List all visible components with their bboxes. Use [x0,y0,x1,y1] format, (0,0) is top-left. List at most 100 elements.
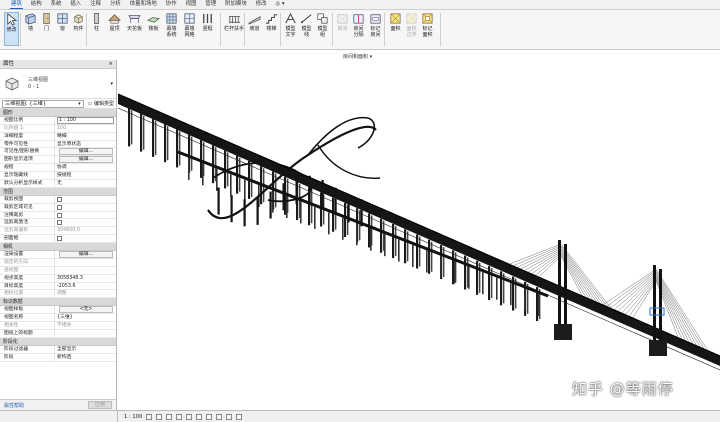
property-checkbox[interactable] [57,220,62,226]
property-edit-button[interactable]: <无> [59,306,113,313]
property-value[interactable]: 按规程 [55,172,116,179]
property-value[interactable]: 无 [55,180,116,187]
pier [188,157,190,180]
ribbon-tab[interactable]: 管理 [204,0,217,9]
render-icon[interactable] [186,413,193,420]
model-line-button[interactable]: 模型 线 [300,12,313,46]
property-value[interactable] [55,330,116,337]
window-button[interactable]: 窗 [56,12,69,46]
property-value[interactable]: {三维} [55,314,116,321]
ribbon-tab[interactable]: 插入 [69,0,82,9]
ribbon-tab[interactable]: 注释 [89,0,102,9]
property-checkbox[interactable] [57,196,62,202]
tag-area-button[interactable]: 标记 面积 [421,12,434,46]
3d-view-canvas[interactable] [118,60,720,410]
visual-style-icon[interactable] [156,413,163,420]
ribbon-tab[interactable]: 结构 [30,0,43,9]
property-edit-button[interactable]: 编辑... [59,251,113,258]
room-separator-button[interactable]: 房间 分隔 [352,12,365,46]
property-value[interactable]: 精细 [55,133,116,140]
property-checkbox[interactable] [57,212,62,218]
component-button[interactable]: 构件 [72,12,85,46]
sun-path-icon[interactable] [166,413,173,420]
instance-selector[interactable]: 三维视图: {三维} [2,99,84,108]
ribbon-tab[interactable]: 系统 [50,0,63,9]
hide-isolate-icon[interactable] [226,413,233,420]
reveal-hidden-icon[interactable] [236,413,243,420]
property-row: 比例值 1: 100 [0,124,116,133]
ribbon-tab[interactable]: 分析 [109,0,122,9]
ribbon-separator [86,13,87,46]
lock-view-icon[interactable] [216,413,223,420]
properties-help-link[interactable]: 属性帮助 [4,402,24,409]
ribbon-tab[interactable]: 附加模块 [224,0,248,9]
edit-type-button[interactable]: ▭ 编辑类型 [88,100,114,107]
property-name: 阶段过滤器 [0,345,55,353]
ramp-button[interactable]: 坡道 [248,12,261,46]
property-group-header[interactable]: 阶段化 [0,337,116,346]
property-checkbox[interactable] [57,204,62,210]
model-text-button[interactable]: 模型 文字 [284,12,297,46]
ribbon-button-label: 模型 线 [301,26,312,38]
model-group-button[interactable]: 模型 组 [316,12,329,46]
ribbon-tab[interactable]: 建筑 [10,0,23,9]
property-row: 裁剪区域可见 [0,203,116,212]
type-selector[interactable]: 三维视图 0 - 1 ▾ [0,69,116,99]
property-value[interactable]: 显示原状态 [55,141,116,148]
bridge-model[interactable] [118,60,720,410]
property-value[interactable]: 3058348.3 [55,275,116,282]
property-checkbox[interactable] [57,236,62,242]
shadows-icon[interactable] [176,413,183,420]
ribbon-tab[interactable]: 修改 [255,0,268,9]
close-icon[interactable]: × [108,60,113,69]
mullion-button[interactable]: 竖梃 [201,12,214,46]
property-row: 锁定的方向 [0,258,116,267]
ceiling-button[interactable]: 天花板 [127,12,142,46]
property-value[interactable]: -2053.6 [55,283,116,290]
area-boundary-button[interactable]: 面积 边界 [405,12,418,46]
properties-header: 属性 × [0,60,116,69]
floor-icon [147,17,160,23]
curtain-grid-button[interactable]: 幕墙 网格 [183,12,196,46]
tag-room-button[interactable]: 标记 房间 [369,12,382,46]
pier [300,201,302,224]
ribbon-tab-bar: 建筑 结构 系统 插入 注释 分析 体量和场地 协作 视图 管理 附加模块 修改 ◎ ▾ [0,0,720,10]
pier-shadow [167,126,169,161]
column-button[interactable]: 柱 [90,12,103,46]
cable [625,279,657,321]
property-group-header[interactable]: 范围 [0,187,116,196]
door-button[interactable]: 门 [40,12,53,46]
floor-button[interactable]: 楼板 [147,12,160,46]
detail-level-icon[interactable] [146,413,153,420]
property-input[interactable]: 1 : 100 [57,116,114,124]
ribbon-tab[interactable]: 视图 [185,0,198,9]
apply-button[interactable]: 应用 [87,401,112,409]
type-dropdown-icon[interactable]: ▾ [110,81,113,87]
property-group-header[interactable]: 标识数据 [0,298,116,307]
ribbon-tab[interactable]: ◎ ▾ [275,0,286,9]
ribbon-tab[interactable]: 协作 [165,0,178,9]
property-value[interactable]: 协调 [55,164,116,171]
property-edit-button[interactable]: 编辑... [59,148,113,155]
property-row: 视图样板 <无> [0,306,116,315]
wall-button[interactable]: 墙 [24,12,37,46]
curtain-system-button[interactable]: 幕墙 系统 [165,12,178,46]
property-value[interactable]: 全部显示 [55,346,116,353]
property-group-header[interactable]: 相机 [0,243,116,252]
crop-view-icon[interactable] [196,413,203,420]
show-crop-icon[interactable] [206,413,213,420]
property-row: 图形显示选项 编辑... [0,156,116,165]
roof-button[interactable]: 屋顶 [108,12,121,46]
room-button[interactable]: 房间 [336,12,349,46]
stair-button[interactable]: 楼梯 [265,12,278,46]
property-group-header[interactable]: 图形 [0,109,116,117]
railing-button[interactable]: 栏杆扶手 [224,12,244,46]
ribbon-tab[interactable]: 体量和场地 [129,0,158,9]
room-area-panel-label[interactable]: 房间和面积 ▾ [343,53,372,60]
property-value[interactable]: 新构造 [55,354,116,361]
view-scale[interactable]: 1 : 100 [124,414,142,420]
property-edit-button[interactable]: 编辑... [59,156,113,163]
pier-shadow [311,189,313,224]
area-button[interactable]: 面积 [389,12,402,46]
cursor-button[interactable]: 修改 [4,12,19,46]
